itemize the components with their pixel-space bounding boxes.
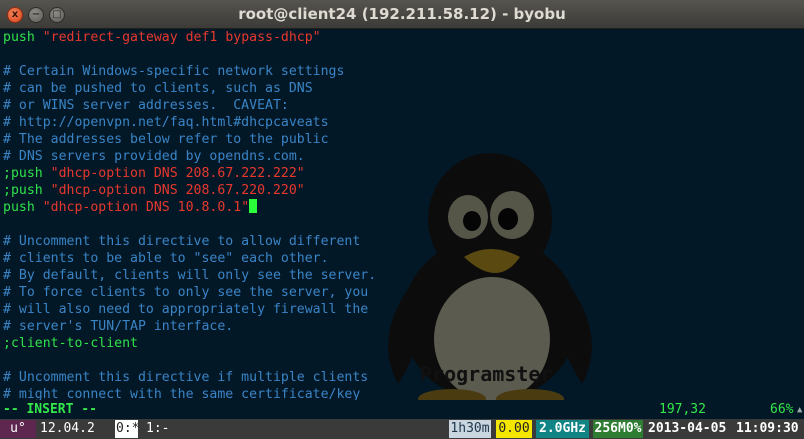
code-line: # DNS servers provided by opendns.com. (3, 148, 376, 165)
code-line: # might connect with the same certificat… (3, 386, 376, 400)
code-line: ;push "dhcp-option DNS 208.67.220.220" (3, 182, 376, 199)
code-token: "dhcp-option DNS 208.67.220.220" (42, 183, 305, 198)
time-display: 11:09:30 (736, 421, 799, 436)
load-average: 0.00 (496, 420, 532, 438)
code-token: # or WINS server addresses. CAVEAT: (3, 98, 289, 113)
code-token: # By default, clients will only see the … (3, 268, 377, 283)
cpu-frequency: 2.0GHz (536, 420, 589, 438)
code-token: # The addresses below refer to the publi… (3, 132, 329, 147)
code-token: ;push (3, 183, 43, 198)
code-token: push (3, 30, 35, 45)
code-token: # http://openvpn.net/faq.html#dhcpcaveat… (3, 115, 329, 130)
code-line: ;push "dhcp-option DNS 208.67.222.222" (3, 165, 376, 182)
code-line: # To force clients to only see the serve… (3, 284, 376, 301)
code-token: ;push (3, 166, 43, 181)
title-bar[interactable]: x − □ root@client24 (192.211.58.12) - by… (0, 0, 804, 29)
code-line: push "redirect-gateway def1 bypass-dhcp" (3, 29, 376, 46)
byobu-status-bar: u° 12.04.2 0:* 1:- 1h30m 0.00 2.0GHz 256… (0, 419, 804, 439)
release-version: 12.04.2 (40, 421, 95, 436)
scroll-arrow-icon[interactable]: ▲ (797, 404, 804, 416)
code-line: # can be pushed to clients, such as DNS (3, 80, 376, 97)
editor-area[interactable]: Programster push "redirect-gateway def1 … (0, 29, 804, 400)
code-token: # Uncomment this directive to allow diff… (3, 234, 361, 249)
code-token: "dhcp-option DNS 10.8.0.1" (34, 200, 250, 215)
code-line: # clients to be able to "see" each other… (3, 250, 376, 267)
code-token: # Certain Windows-specific network setti… (3, 64, 345, 79)
code-line: # By default, clients will only see the … (3, 267, 376, 284)
code-token: # DNS servers provided by opendns.com. (3, 149, 305, 164)
code-token: # can be pushed to clients, such as DNS (3, 81, 313, 96)
code-token: push (3, 200, 35, 215)
window-tab-0[interactable]: 0:* (115, 420, 139, 438)
code-line: # Certain Windows-specific network setti… (3, 63, 376, 80)
code-lines: push "redirect-gateway def1 bypass-dhcp"… (3, 29, 376, 400)
vim-mode-indicator: -- INSERT -- (3, 402, 97, 417)
cursor-position: 197,32 (659, 402, 706, 417)
code-token: "dhcp-option DNS 208.67.222.222" (42, 166, 305, 181)
scroll-percent: 66% (770, 402, 794, 417)
code-line: # or WINS server addresses. CAVEAT: (3, 97, 376, 114)
penguin-watermark: Programster (388, 153, 592, 400)
code-token: # clients to be able to "see" each other… (3, 251, 329, 266)
ubuntu-logo-icon: u° (0, 420, 36, 438)
code-line: ;client-to-client (3, 335, 376, 352)
memory-usage: 256M0% (593, 420, 643, 438)
uptime-indicator: 1h30m (449, 420, 491, 438)
text-cursor (249, 199, 258, 213)
code-token: # Uncomment this directive if multiple c… (3, 370, 369, 385)
code-line: push "dhcp-option DNS 10.8.0.1" (3, 199, 376, 216)
code-token: # server's TUN/TAP interface. (3, 319, 234, 334)
code-token: ;client-to-client (3, 336, 138, 351)
code-token: # might connect with the same certificat… (3, 387, 361, 400)
code-token: # will also need to appropriately firewa… (3, 302, 369, 317)
code-line: # Uncomment this directive to allow diff… (3, 233, 376, 250)
vim-status-line: -- INSERT -- 197,32 66% (0, 401, 804, 419)
window-title: root@client24 (192.211.58.12) - byobu (238, 5, 566, 23)
code-token: # To force clients to only see the serve… (3, 285, 369, 300)
code-line: # The addresses below refer to the publi… (3, 131, 376, 148)
watermark-text: Programster (420, 362, 552, 386)
code-token: "redirect-gateway def1 bypass-dhcp" (34, 30, 321, 45)
code-line: # Uncomment this directive if multiple c… (3, 369, 376, 386)
date-display: 2013-04-05 (648, 421, 727, 436)
window-tab-1[interactable]: 1:- (146, 420, 169, 438)
code-line: # will also need to appropriately firewa… (3, 301, 376, 318)
terminal-window: x − □ root@client24 (192.211.58.12) - by… (0, 0, 804, 439)
code-line: # server's TUN/TAP interface. (3, 318, 376, 335)
code-line: # http://openvpn.net/faq.html#dhcpcaveat… (3, 114, 376, 131)
